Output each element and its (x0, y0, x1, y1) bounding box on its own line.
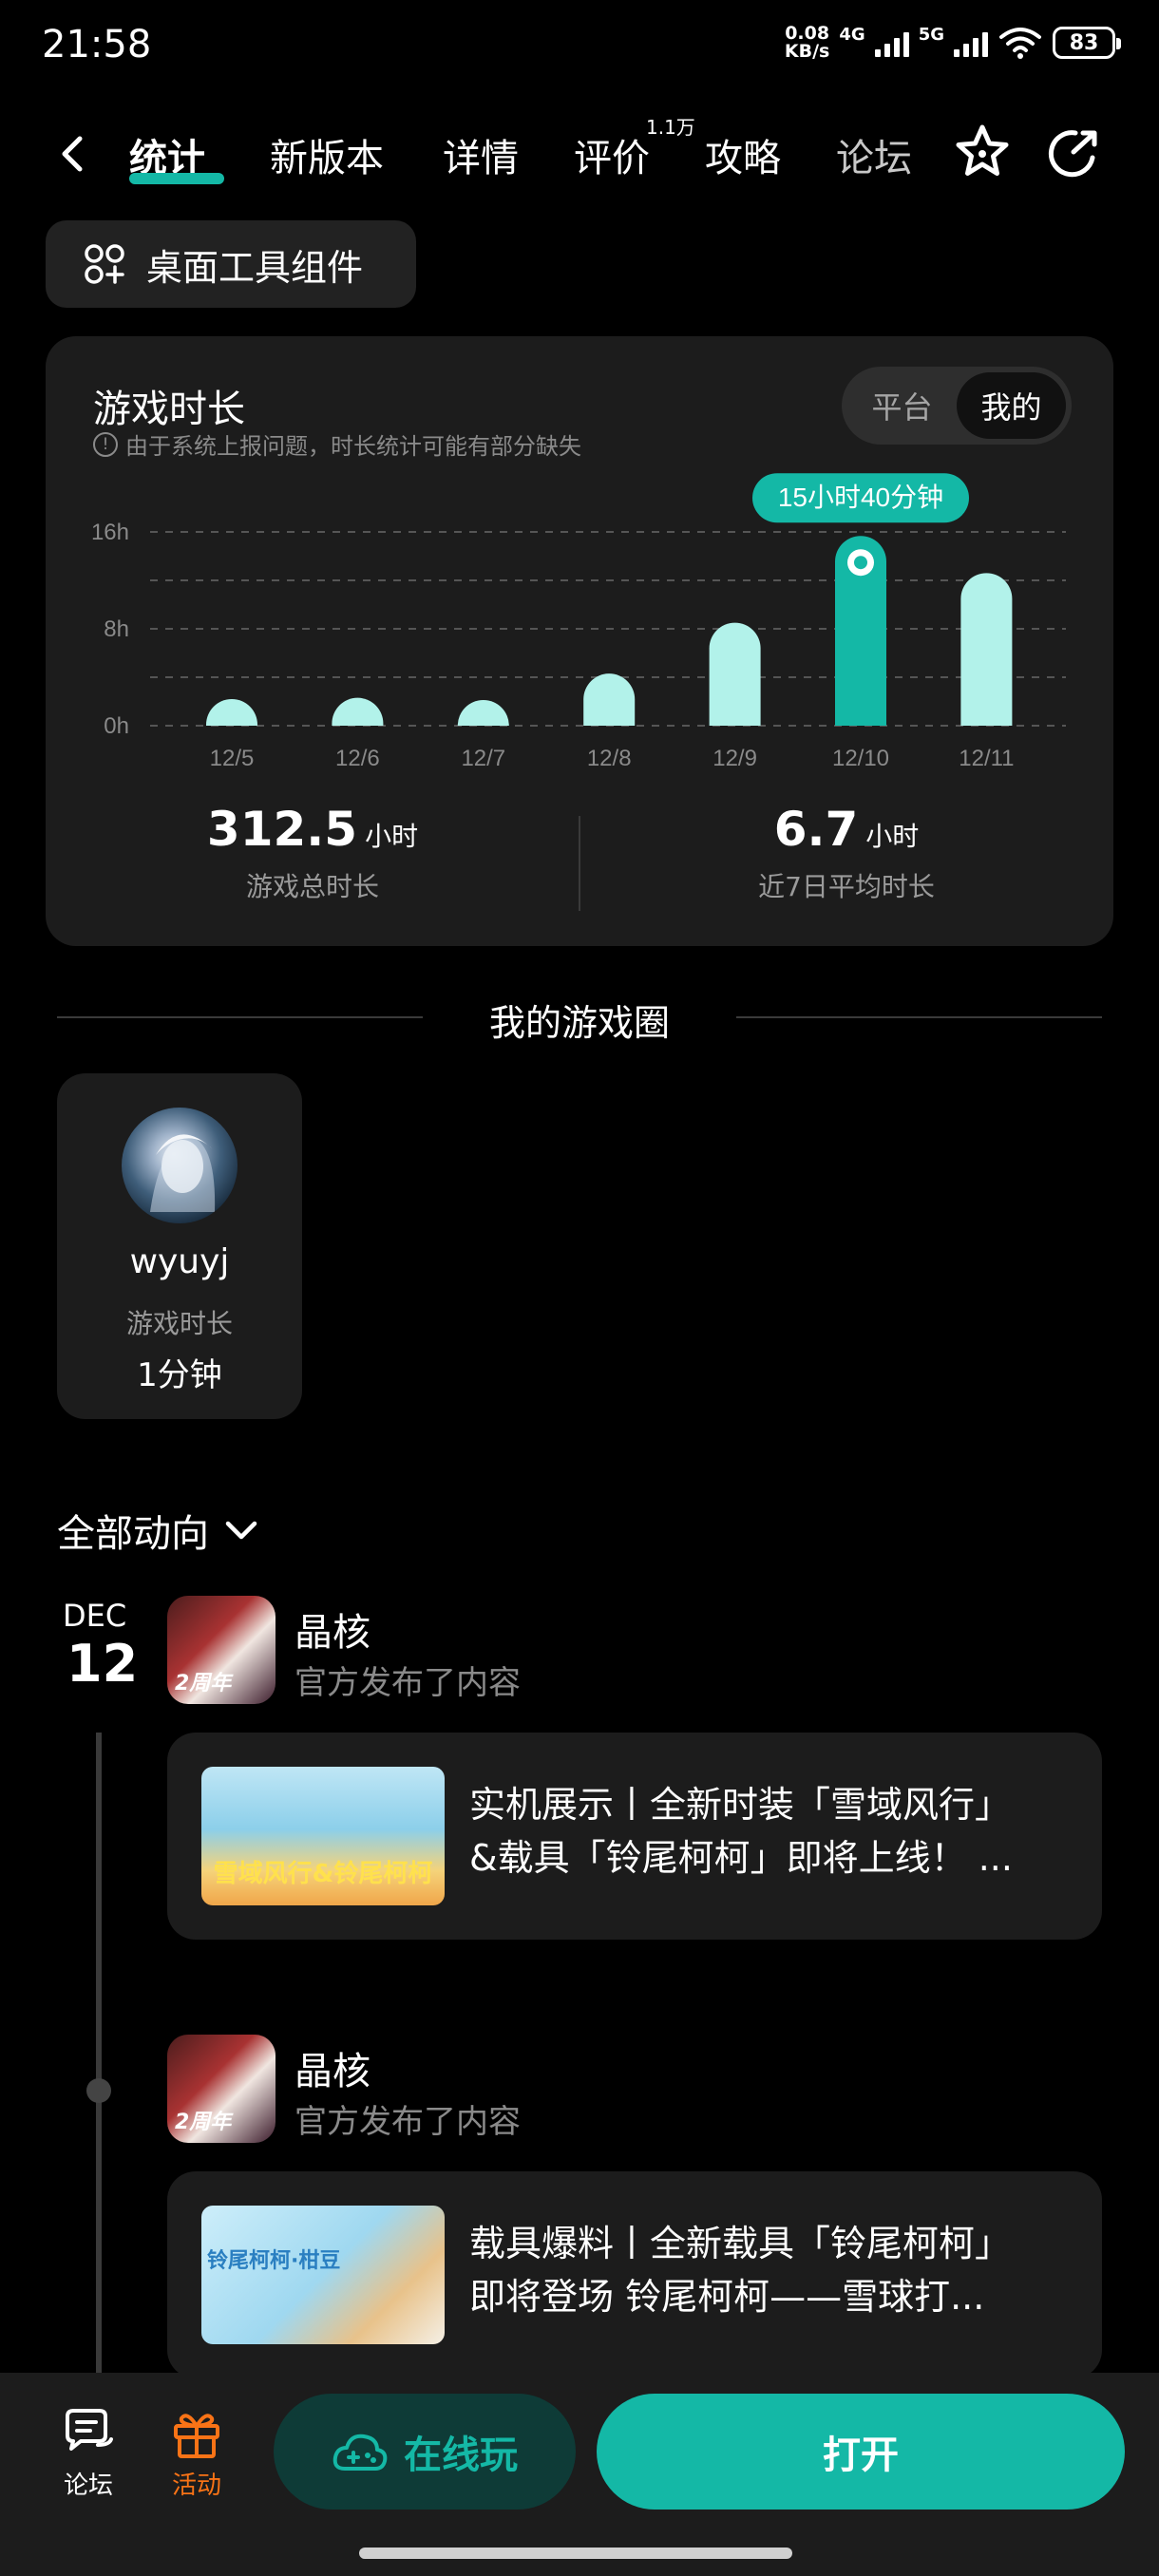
tab-forum[interactable]: 论坛 (836, 127, 912, 182)
filter-label: 全部动向 (57, 1512, 209, 1556)
section-title: 我的游戏圈 (488, 1002, 670, 1044)
forum-label: 论坛 (63, 2472, 113, 2500)
x-tick-label: 12/11 (959, 746, 1014, 771)
bar-12/9 (709, 622, 761, 726)
post-author[interactable]: 晶核 (294, 2040, 370, 2095)
total-unit: 小时 (365, 821, 419, 852)
gamepad-cloud-icon (332, 2434, 388, 2471)
play-online-label: 在线玩 (404, 2434, 518, 2477)
back-icon[interactable] (55, 135, 89, 173)
tab-details[interactable]: 详情 (443, 127, 519, 182)
gift-icon (174, 2414, 219, 2458)
open-game-button[interactable]: 打开 (597, 2394, 1125, 2510)
member-label: 游戏时长 (125, 1308, 233, 1339)
home-indicator[interactable] (359, 2548, 792, 2559)
desktop-widget-button[interactable]: 桌面工具组件 (46, 220, 416, 308)
x-tick-label: 12/6 (335, 746, 380, 771)
highlight-marker-center (854, 556, 867, 570)
playtime-bar-chart: 0h 8h 16h 12/5 12/6 12/7 12/8 12/9 15小时40分钟 12/10… (91, 473, 1066, 771)
member-card[interactable]: wyuyj 游戏时长 1分钟 (57, 1073, 302, 1419)
sim1-label: 4G (839, 25, 865, 45)
anniversary-badge: 2周年 (175, 2111, 232, 2134)
top-nav: 统计 新版本 详情 评价 1.1万 攻略 论坛 (0, 104, 1159, 199)
active-tab-indicator (129, 173, 224, 184)
tab-guides[interactable]: 攻略 (705, 127, 781, 182)
post-card[interactable]: 铃尾柯柯·柑豆 载具爆料丨全新载具「铃尾柯柯」 即将登场 铃尾柯柯——雪球打..… (167, 2171, 1102, 2378)
game-icon[interactable]: 2周年 (167, 2035, 276, 2143)
bar-12/8 (583, 673, 636, 726)
post-text: 实机展示丨全新时装「雪域风行」 &载具「铃尾柯柯」即将上线！ ... (469, 1784, 1013, 1879)
star-icon[interactable] (952, 122, 1013, 182)
game-icon[interactable]: 2周年 (167, 1596, 276, 1704)
open-label: 打开 (823, 2434, 899, 2477)
x-tick-label: 12/10 (832, 746, 889, 771)
anniversary-badge: 2周年 (175, 1672, 232, 1695)
avg-unit: 小时 (865, 821, 920, 852)
bar-12/6 (332, 697, 384, 726)
activity-button[interactable]: 活动 (154, 2401, 239, 2501)
battery-icon: 83 (1053, 27, 1121, 59)
post-subtitle: 官方发布了内容 (294, 1664, 521, 1702)
chevron-down-icon (225, 1521, 257, 1540)
net-speed: 0.08 KB/s (784, 23, 830, 62)
bar-12/7 (457, 700, 509, 726)
date-day: 12 (66, 1634, 139, 1694)
status-bar: 21:58 0.08 KB/s 4G 5G 83 (0, 0, 1159, 95)
share-icon[interactable] (1045, 125, 1102, 182)
x-tick-label: 12/8 (587, 746, 632, 771)
date-month: DEC (63, 1598, 127, 1634)
review-count-badge: 1.1万 (646, 116, 695, 139)
avg-label: 近7日平均时长 (758, 871, 935, 902)
game-circle-heading: 我的游戏圈 (57, 988, 1102, 1045)
status-time: 21:58 (42, 23, 152, 66)
avg-value: 6.7 (773, 802, 859, 857)
average-playtime: 6.7 小时 近7日平均时长 (580, 802, 1113, 904)
signal-icon (874, 28, 909, 57)
total-playtime: 312.5 小时 游戏总时长 (46, 802, 580, 904)
playtime-card: 游戏时长 ! 由于系统上报问题，时长统计可能有部分缺失 平台 我的 0h 8h 16… (46, 336, 1113, 946)
status-icons: 0.08 KB/s 4G 5G 83 (784, 23, 1121, 62)
y-tick-label: 0h (104, 713, 129, 739)
y-tick-label: 8h (104, 616, 129, 642)
forum-icon (66, 2409, 113, 2451)
widget-button-label: 桌面工具组件 (146, 246, 364, 289)
post-subtitle: 官方发布了内容 (294, 2103, 521, 2141)
total-label: 游戏总时长 (245, 871, 379, 902)
x-tick-label: 12/5 (210, 746, 255, 771)
sim2-label: 5G (918, 25, 944, 45)
post-author[interactable]: 晶核 (294, 1601, 370, 1657)
signal-icon (954, 28, 988, 57)
total-value: 312.5 (206, 802, 358, 857)
post-text: 载具爆料丨全新载具「铃尾柯柯」 即将登场 铃尾柯柯——雪球打... (469, 2223, 1012, 2318)
bar-12/5 (206, 698, 257, 726)
x-tick-label: 12/9 (712, 746, 757, 771)
bar-12/11 (960, 573, 1013, 726)
member-time: 1分钟 (137, 1356, 222, 1394)
post-thumbnail: 铃尾柯柯·柑豆 (201, 2206, 445, 2344)
widget-grid-icon (85, 244, 124, 284)
y-tick-label: 16h (91, 520, 129, 545)
post-thumbnail: 雪域风行&铃尾柯柯 (201, 1767, 445, 1905)
member-name: wyuyj (129, 1242, 230, 1281)
timeline-dot (86, 2078, 111, 2103)
post-card[interactable]: 雪域风行&铃尾柯柯 实机展示丨全新时装「雪域风行」 &载具「铃尾柯柯」即将上线！… (167, 1733, 1102, 1940)
play-online-button[interactable]: 在线玩 (274, 2394, 576, 2510)
wifi-icon (999, 28, 1041, 59)
activity-label: 活动 (171, 2472, 221, 2500)
tab-reviews[interactable]: 评价 (574, 127, 650, 182)
timeline-line (96, 1733, 102, 2375)
avatar (122, 1108, 238, 1223)
tooltip-text: 15小时40分钟 (778, 483, 943, 512)
tab-new-version[interactable]: 新版本 (270, 127, 384, 182)
bottom-action-bar: 论坛 活动 在线玩 打开 (0, 2373, 1159, 2576)
forum-button[interactable]: 论坛 (46, 2401, 131, 2501)
x-tick-label: 12/7 (461, 746, 505, 771)
feed-filter-dropdown[interactable]: 全部动向 (57, 1503, 258, 1558)
